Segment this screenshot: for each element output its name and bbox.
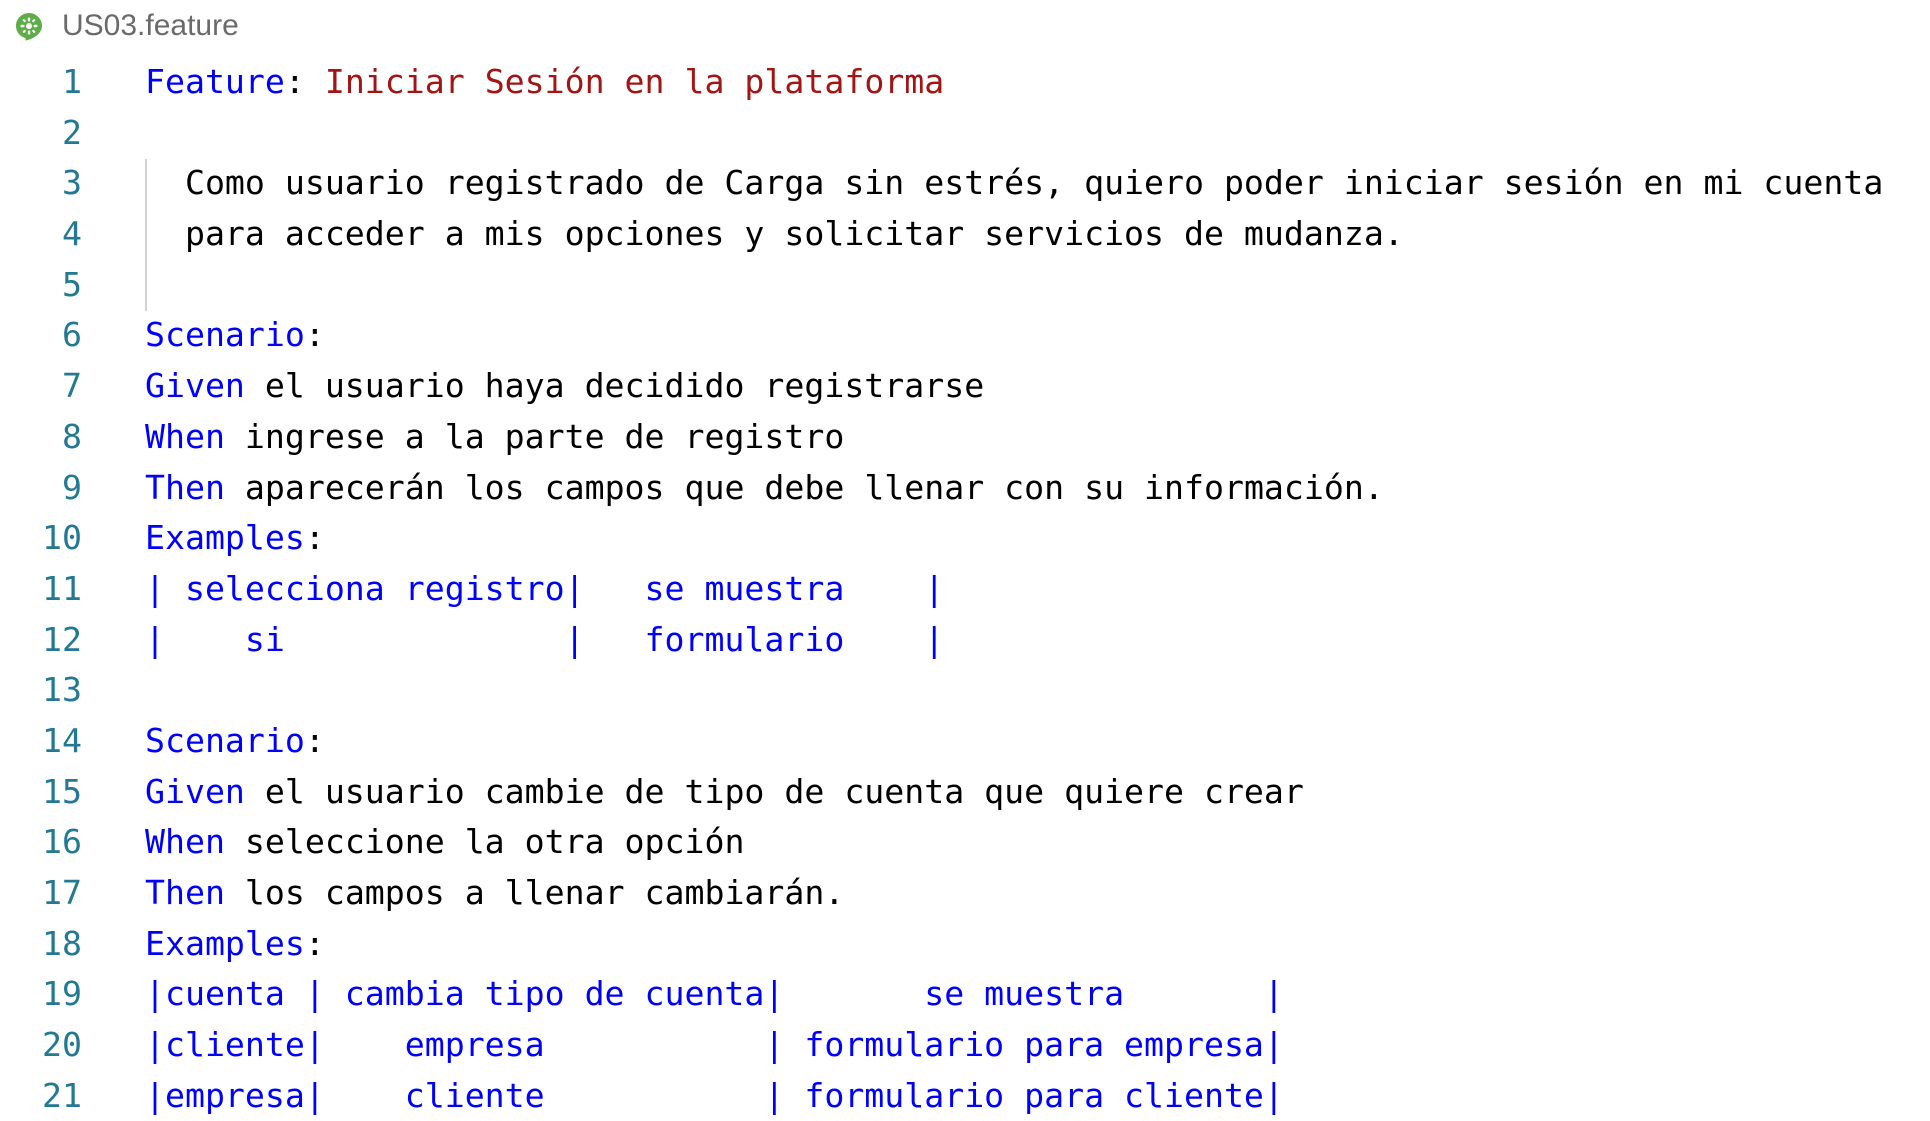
line-content: When seleccione la otra opción bbox=[145, 817, 744, 868]
code-line[interactable]: 8 When ingrese a la parte de registro bbox=[0, 412, 1930, 463]
line-number: 4 bbox=[62, 214, 82, 254]
line-content: Feature: Iniciar Sesión en la plataforma bbox=[145, 57, 944, 108]
line-number: 2 bbox=[62, 112, 82, 152]
line-number: 5 bbox=[62, 264, 82, 304]
gherkin-keyword: Given bbox=[145, 771, 245, 811]
line-number: 13 bbox=[42, 670, 82, 710]
gherkin-keyword: Feature bbox=[145, 62, 285, 101]
code-line[interactable]: 12 | si | formulario | bbox=[0, 615, 1930, 666]
code-line[interactable]: 2 bbox=[0, 108, 1930, 159]
line-number: 10 bbox=[42, 518, 82, 558]
keyword-separator: : bbox=[284, 62, 325, 101]
code-line[interactable]: 5 bbox=[0, 260, 1930, 311]
feature-title: Iniciar Sesión en la plataforma bbox=[324, 62, 945, 101]
line-number: 8 bbox=[62, 416, 82, 456]
gherkin-keyword: Given bbox=[145, 366, 245, 406]
step-text: los campos a llenar cambiarán. bbox=[224, 873, 845, 912]
line-number: 18 bbox=[42, 923, 82, 963]
gherkin-keyword: When bbox=[145, 822, 225, 862]
step-text: : bbox=[304, 518, 325, 558]
step-text: : bbox=[304, 720, 325, 760]
line-number: 12 bbox=[42, 619, 82, 659]
gherkin-keyword: Scenario bbox=[145, 720, 305, 760]
examples-table-row: |cliente| empresa | formulario para empr… bbox=[145, 1025, 1284, 1065]
line-content: Examples: bbox=[145, 513, 325, 564]
description-text: Como usuario registrado de Carga sin est… bbox=[145, 163, 1884, 203]
line-number: 11 bbox=[42, 568, 82, 608]
line-number: 15 bbox=[42, 771, 82, 811]
line-content: para acceder a mis opciones y solicitar … bbox=[145, 209, 1404, 260]
gherkin-keyword: Examples bbox=[145, 518, 305, 558]
step-text: seleccione la otra opción bbox=[224, 822, 745, 862]
code-line[interactable]: 18 Examples: bbox=[0, 919, 1930, 970]
code-line[interactable]: 20 |cliente| empresa | formulario para em… bbox=[0, 1020, 1930, 1071]
line-number: 21 bbox=[42, 1075, 82, 1115]
line-content: Scenario: bbox=[145, 716, 325, 767]
gherkin-keyword: Then bbox=[145, 873, 225, 912]
line-number: 20 bbox=[42, 1025, 82, 1065]
line-number: 9 bbox=[62, 467, 82, 507]
code-line[interactable]: 7 Given el usuario haya decidido registra… bbox=[0, 361, 1930, 412]
line-content: | si | formulario | bbox=[145, 615, 944, 666]
line-content: Como usuario registrado de Carga sin est… bbox=[145, 158, 1883, 209]
step-text: aparecerán los campos que debe llenar co… bbox=[224, 467, 1384, 507]
file-name: US03.feature bbox=[62, 9, 239, 42]
code-line[interactable]: 4 para acceder a mis opciones y solicita… bbox=[0, 209, 1930, 260]
step-text: el usuario cambie de tipo de cuenta que … bbox=[244, 771, 1304, 811]
code-line[interactable]: 9 Then aparecerán los campos que debe lle… bbox=[0, 463, 1930, 514]
line-content: Given el usuario haya decidido registrar… bbox=[145, 361, 984, 412]
line-content: |cliente| empresa | formulario para empr… bbox=[145, 1020, 1284, 1071]
line-number: 14 bbox=[42, 720, 82, 760]
line-content: |empresa| cliente | formulario para clie… bbox=[145, 1071, 1284, 1121]
line-content: Examples: bbox=[145, 919, 325, 970]
line-number: 16 bbox=[42, 822, 82, 862]
code-line[interactable]: 17 Then los campos a llenar cambiarán. bbox=[0, 868, 1930, 919]
line-number: 1 bbox=[62, 62, 82, 101]
code-line[interactable]: 16 When seleccione la otra opción bbox=[0, 817, 1930, 868]
code-line[interactable]: 1 Feature: Iniciar Sesión en la plataform… bbox=[0, 57, 1930, 108]
gherkin-keyword: When bbox=[145, 416, 225, 456]
line-content: When ingrese a la parte de registro bbox=[145, 412, 844, 463]
code-line[interactable]: 19 |cuenta | cambia tipo de cuenta| se mu… bbox=[0, 969, 1930, 1020]
line-content: Scenario: bbox=[145, 310, 325, 361]
step-text: ingrese a la parte de registro bbox=[224, 416, 845, 456]
code-line[interactable]: 6 Scenario: bbox=[0, 310, 1930, 361]
editor-tab[interactable]: US03.feature bbox=[14, 6, 239, 46]
code-editor[interactable]: 1 Feature: Iniciar Sesión en la plataform… bbox=[0, 57, 1930, 1121]
code-line[interactable]: 10 Examples: bbox=[0, 513, 1930, 564]
line-content: Then los campos a llenar cambiarán. bbox=[145, 868, 844, 919]
code-line[interactable]: 14 Scenario: bbox=[0, 716, 1930, 767]
examples-table-row: |cuenta | cambia tipo de cuenta| se mues… bbox=[145, 974, 1284, 1014]
code-line[interactable]: 21 |empresa| cliente | formulario para cl… bbox=[0, 1071, 1930, 1121]
cucumber-icon bbox=[16, 13, 42, 41]
step-text: el usuario haya decidido registrarse bbox=[244, 366, 985, 406]
line-number: 6 bbox=[62, 315, 82, 355]
step-text: : bbox=[304, 923, 325, 963]
examples-table-row: | selecciona registro| se muestra | bbox=[145, 568, 945, 608]
line-content: Then aparecerán los campos que debe llen… bbox=[145, 463, 1384, 514]
gherkin-keyword: Scenario bbox=[145, 315, 305, 355]
line-number: 3 bbox=[62, 163, 82, 203]
line-number: 7 bbox=[62, 366, 82, 406]
line-number: 19 bbox=[42, 974, 82, 1014]
line-number: 17 bbox=[42, 873, 82, 912]
examples-table-row: | si | formulario | bbox=[145, 619, 945, 659]
line-content: |cuenta | cambia tipo de cuenta| se mues… bbox=[145, 969, 1284, 1020]
code-line[interactable]: 11 | selecciona registro| se muestra | bbox=[0, 564, 1930, 615]
gherkin-keyword: Examples bbox=[145, 923, 305, 963]
line-content: Given el usuario cambie de tipo de cuent… bbox=[145, 767, 1304, 818]
examples-table-row: |empresa| cliente | formulario para clie… bbox=[145, 1075, 1284, 1115]
description-text: para acceder a mis opciones y solicitar … bbox=[145, 214, 1404, 254]
line-content: | selecciona registro| se muestra | bbox=[145, 564, 944, 615]
gherkin-keyword: Then bbox=[145, 467, 225, 507]
code-line[interactable]: 3 Como usuario registrado de Carga sin e… bbox=[0, 158, 1930, 209]
code-line[interactable]: 15 Given el usuario cambie de tipo de cue… bbox=[0, 767, 1930, 818]
code-line[interactable]: 13 bbox=[0, 665, 1930, 716]
step-text: : bbox=[304, 315, 325, 355]
